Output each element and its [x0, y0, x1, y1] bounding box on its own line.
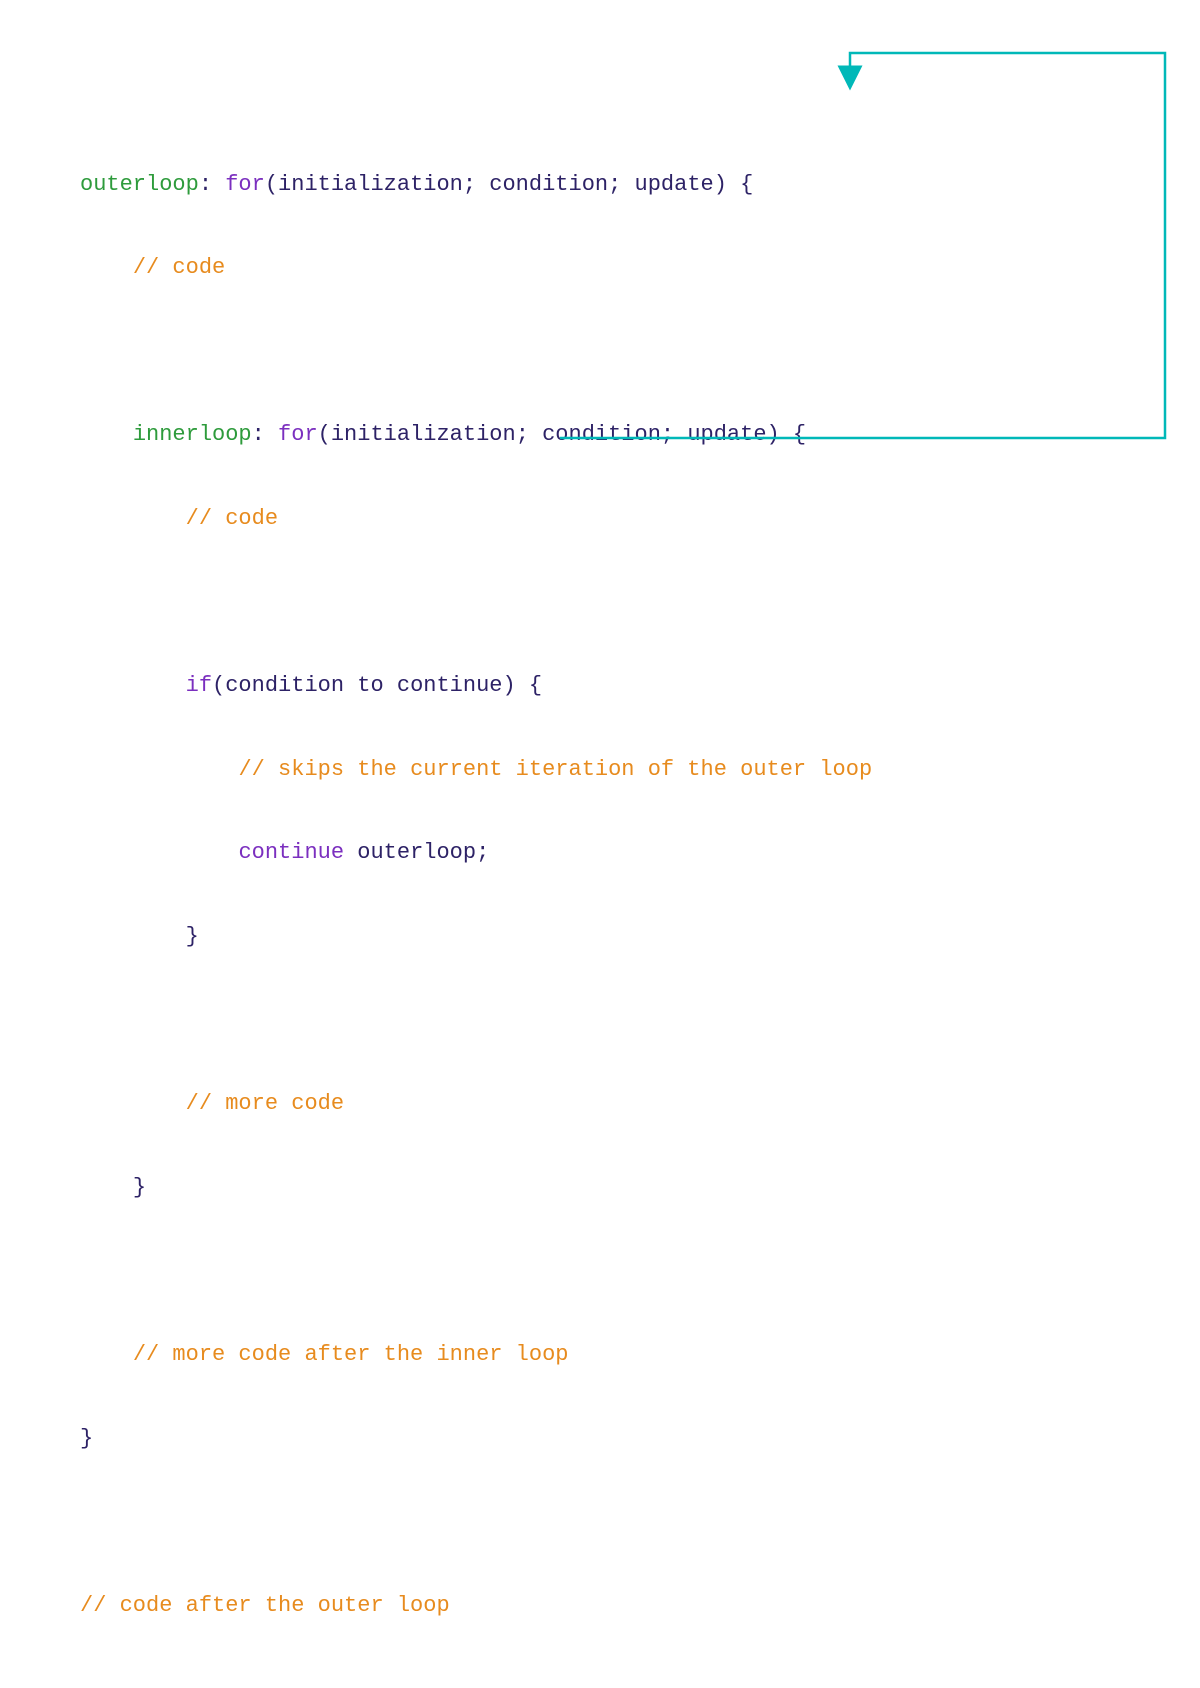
comment: // more code after the inner loop [133, 1342, 569, 1367]
code-line-3 [80, 331, 1180, 373]
colon: : [199, 172, 225, 197]
code-line-10: } [80, 916, 1180, 958]
code-line-7: if(condition to continue) { [80, 665, 1180, 707]
code-line-9: continue outerloop; [80, 832, 1180, 874]
comment: // code [133, 255, 225, 280]
for-keyword: for [225, 172, 265, 197]
for-keyword: for [278, 422, 318, 447]
code-line-11 [80, 1000, 1180, 1042]
code-line-15: // more code after the inner loop [80, 1334, 1180, 1376]
if-args: (condition to continue) { [212, 673, 542, 698]
code-line-14 [80, 1250, 1180, 1292]
code-line-13: } [80, 1167, 1180, 1209]
code-line-6 [80, 582, 1180, 624]
comment: // code [186, 506, 278, 531]
continue-target: outerloop; [357, 840, 489, 865]
code-line-12: // more code [80, 1083, 1180, 1125]
comment: // skips the current iteration of the ou… [238, 757, 872, 782]
comment: // code after the outer loop [80, 1593, 450, 1618]
code-line-18: // code after the outer loop [80, 1585, 1180, 1627]
inner-label: innerloop [133, 422, 252, 447]
code-line-4: innerloop: for(initialization; condition… [80, 414, 1180, 456]
code-line-2: // code [80, 247, 1180, 289]
comment: // more code [186, 1091, 344, 1116]
code-line-5: // code [80, 498, 1180, 540]
code-line-17 [80, 1501, 1180, 1543]
for-args: (initialization; condition; update) { [318, 422, 806, 447]
code-diagram: outerloop: for(initialization; condition… [80, 80, 1180, 1668]
if-keyword: if [186, 673, 212, 698]
code-line-16: } [80, 1418, 1180, 1460]
code-line-8: // skips the current iteration of the ou… [80, 749, 1180, 791]
continue-keyword: continue [238, 840, 344, 865]
close-brace: } [186, 924, 199, 949]
for-args: (initialization; condition; update) { [265, 172, 753, 197]
outer-label: outerloop [80, 172, 199, 197]
close-brace: } [80, 1426, 93, 1451]
code-line-1: outerloop: for(initialization; condition… [80, 164, 1180, 206]
colon: : [252, 422, 278, 447]
close-brace: } [133, 1175, 146, 1200]
